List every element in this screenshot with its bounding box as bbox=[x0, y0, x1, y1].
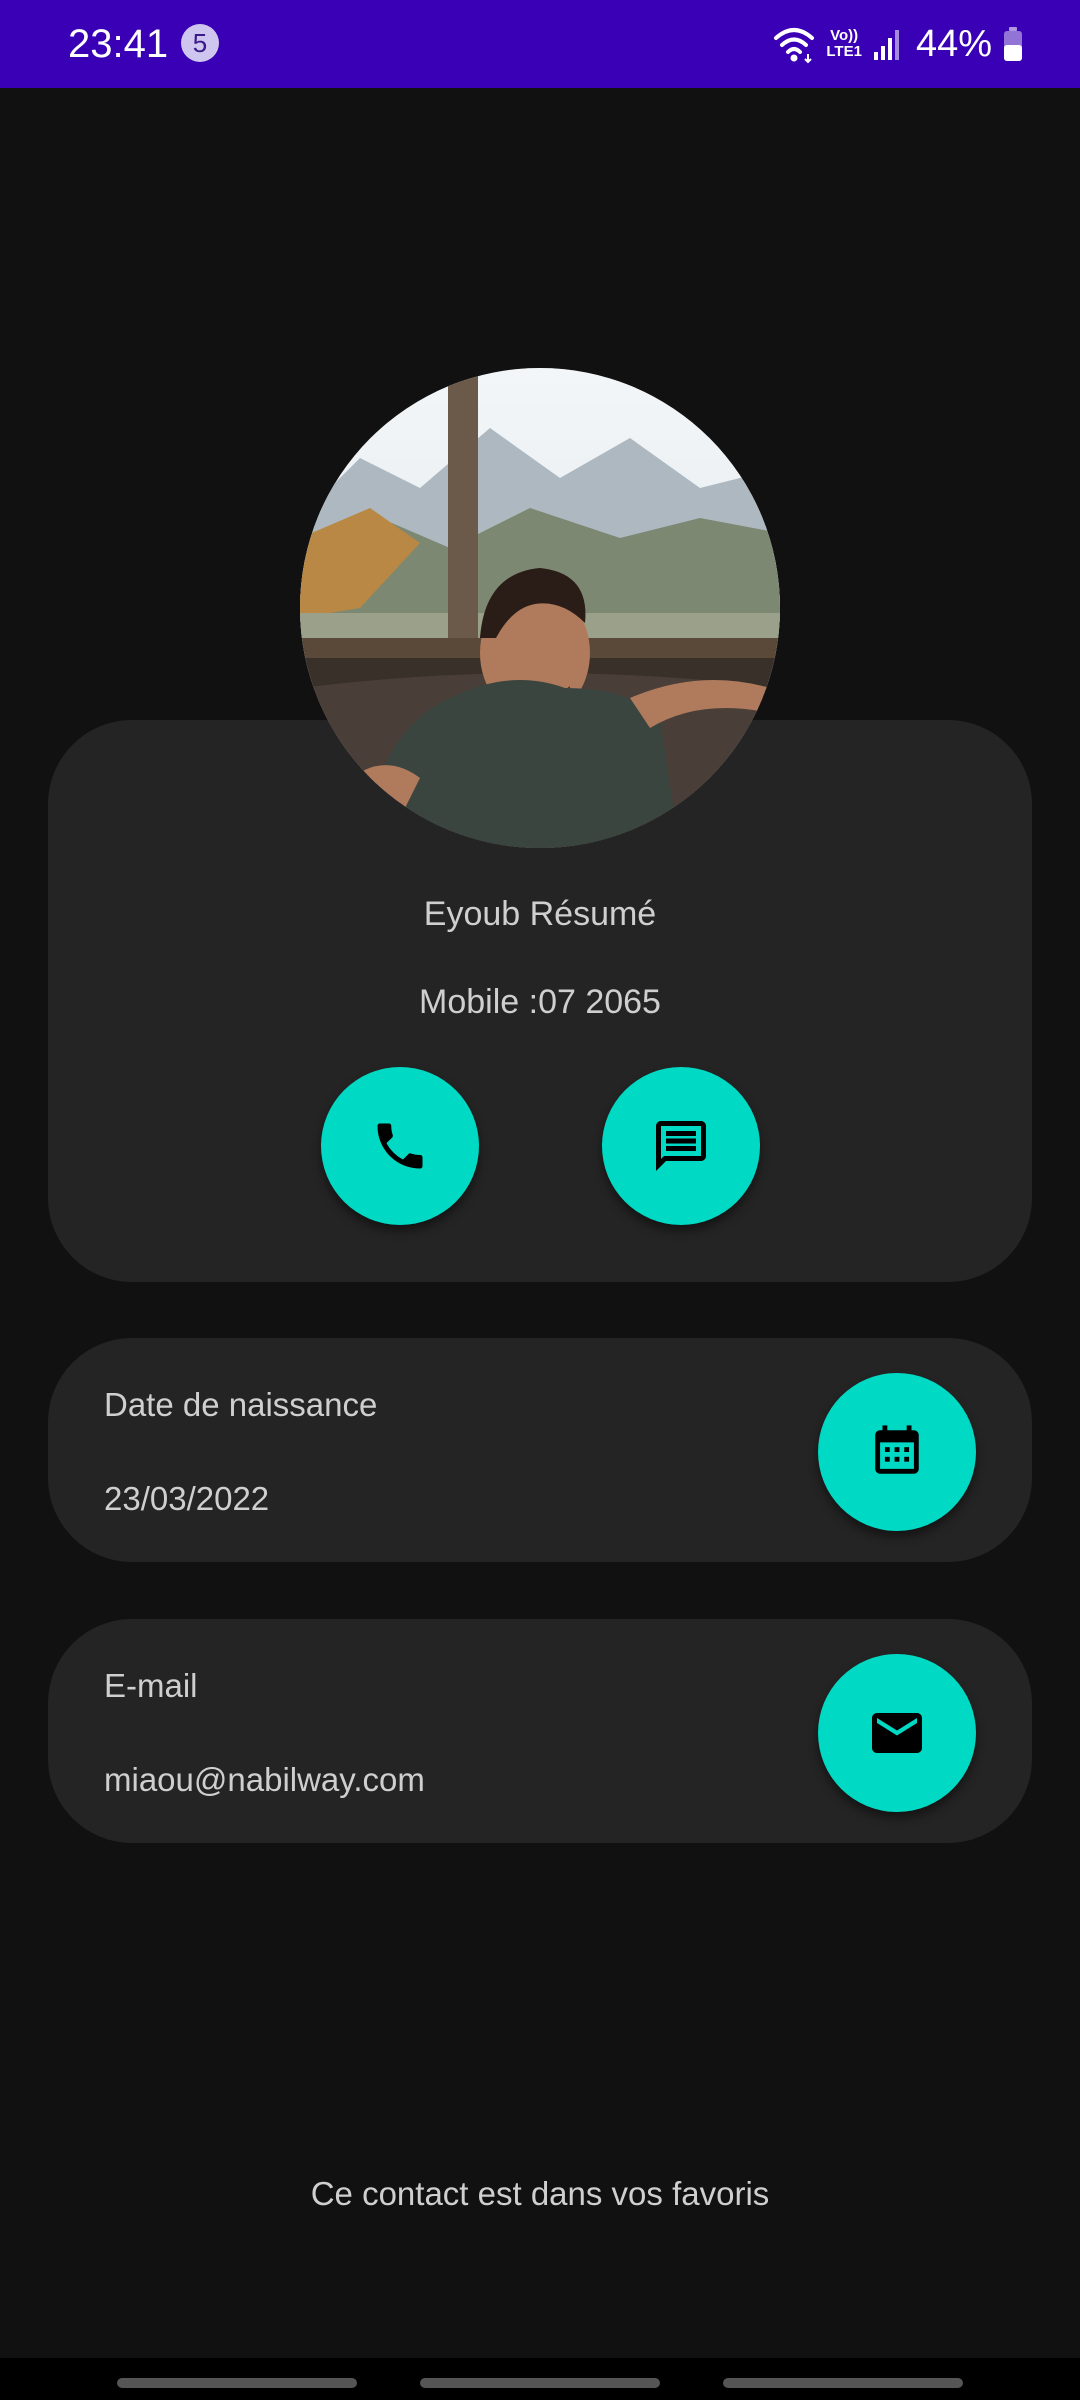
notification-count-badge: 5 bbox=[181, 24, 219, 62]
network-type-label: Vo)) LTE1 bbox=[826, 27, 862, 60]
status-icons: Vo)) LTE1 44% bbox=[772, 20, 1024, 68]
nav-back-handle[interactable] bbox=[723, 2378, 963, 2388]
calendar-icon bbox=[868, 1423, 926, 1481]
email-value: miaou@nabilway.com bbox=[104, 1761, 425, 1798]
message-button[interactable] bbox=[602, 1067, 760, 1225]
phone-icon bbox=[370, 1116, 430, 1176]
battery-icon bbox=[1002, 26, 1024, 62]
navigation-bar bbox=[0, 2358, 1080, 2400]
email-label: E-mail bbox=[104, 1667, 198, 1704]
wifi-icon bbox=[772, 24, 816, 64]
nav-recents-handle[interactable] bbox=[117, 2378, 357, 2388]
signal-icon bbox=[872, 26, 902, 62]
birth-date-label: Date de naissance bbox=[104, 1386, 378, 1423]
call-button[interactable] bbox=[321, 1067, 479, 1225]
status-time: 23:41 bbox=[68, 22, 169, 66]
nav-home-handle[interactable] bbox=[420, 2378, 660, 2388]
send-email-button[interactable] bbox=[818, 1654, 976, 1812]
mail-icon bbox=[867, 1703, 927, 1763]
favorite-status-text: Ce contact est dans vos favoris bbox=[310, 2175, 770, 2212]
birth-date-value: 23/03/2022 bbox=[104, 1480, 270, 1517]
status-bar: 23:41 5 Vo)) LTE1 44% bbox=[0, 0, 1080, 88]
message-icon bbox=[651, 1116, 711, 1176]
battery-percent: 44% bbox=[915, 23, 992, 65]
calendar-button[interactable] bbox=[818, 1373, 976, 1531]
contact-mobile: Mobile :07 2065 bbox=[419, 983, 661, 1021]
contact-name: Eyoub Résumé bbox=[423, 895, 657, 933]
contact-avatar bbox=[300, 368, 780, 848]
